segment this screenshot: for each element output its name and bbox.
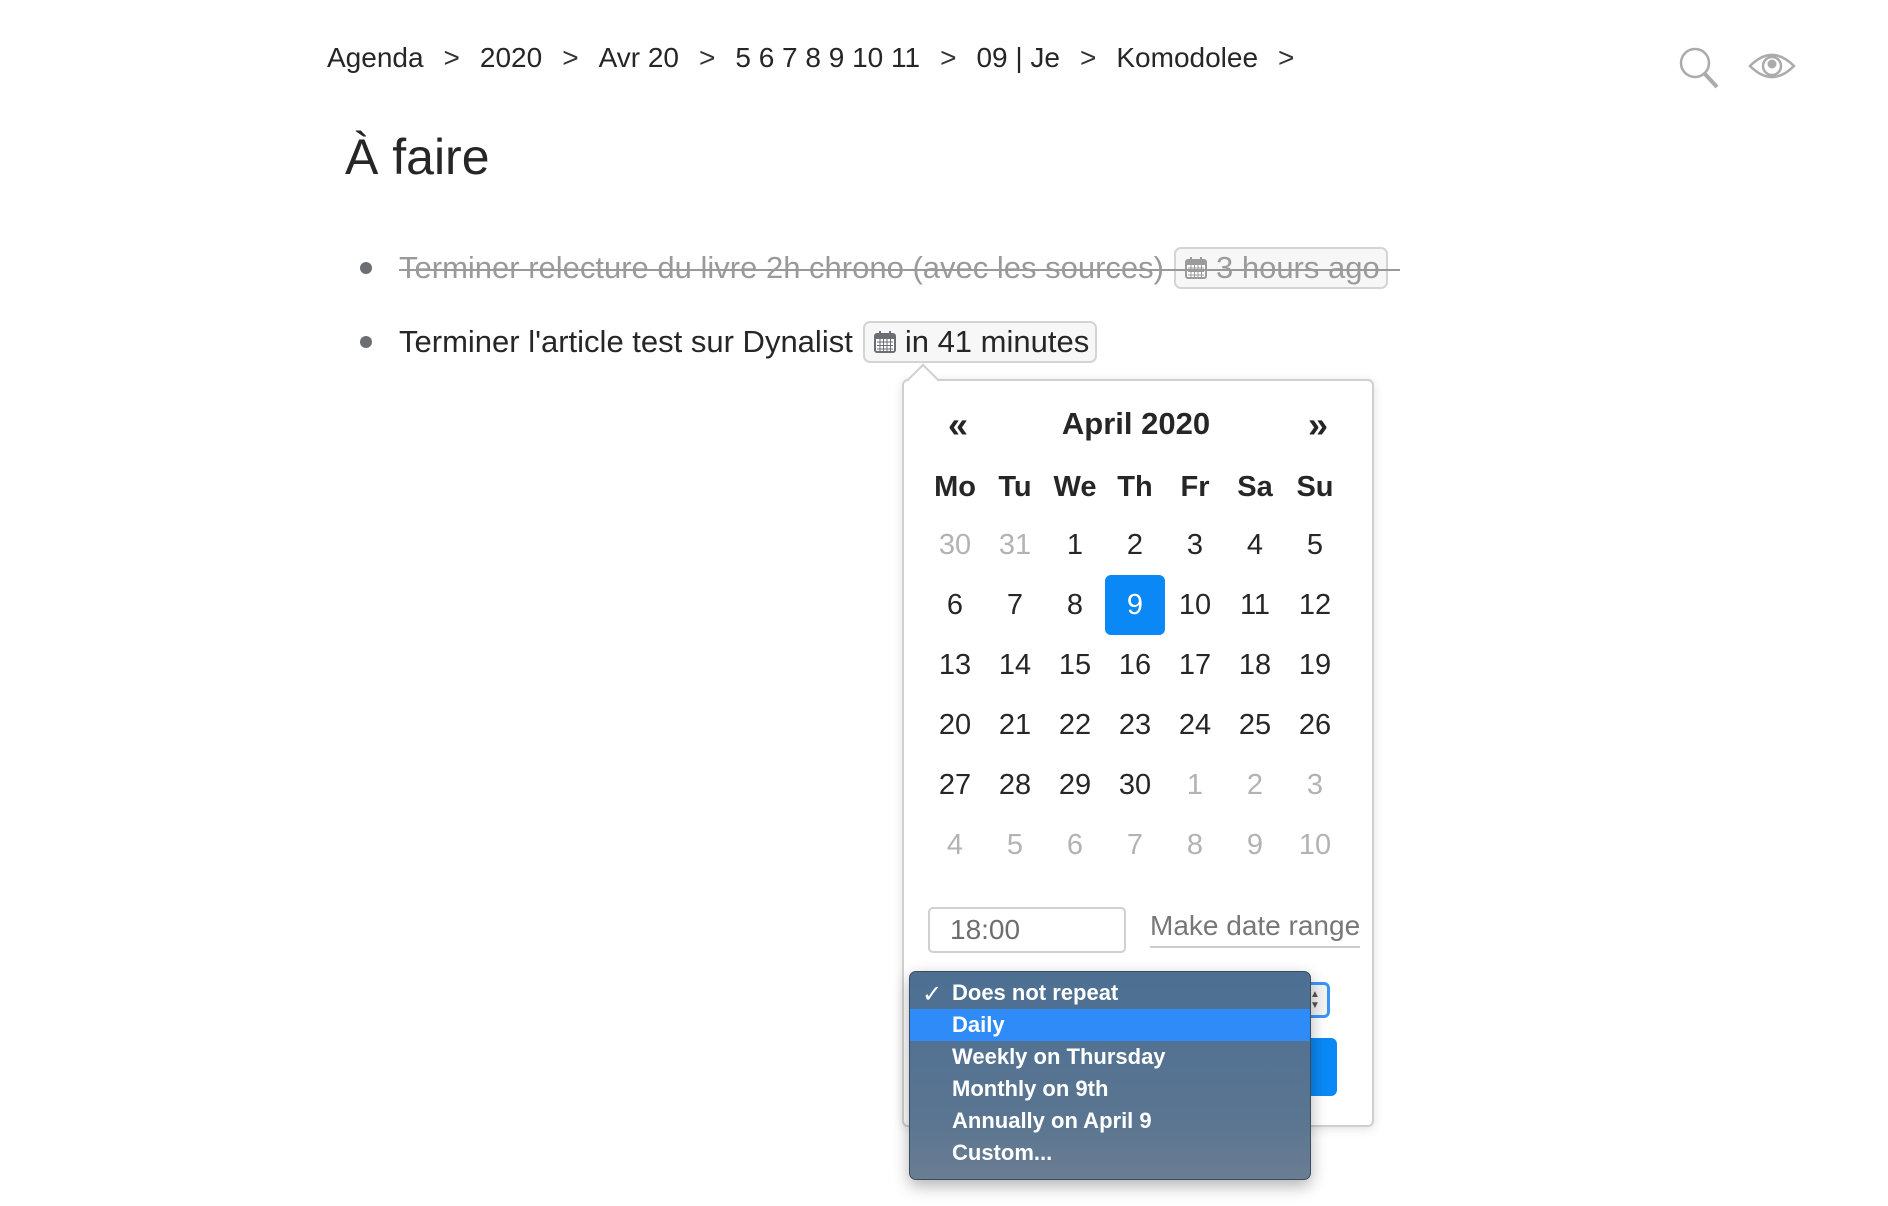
search-icon[interactable] xyxy=(1678,46,1722,90)
calendar-day[interactable]: 14 xyxy=(985,635,1045,695)
repeat-option-label: Daily xyxy=(952,1012,1005,1037)
weekday-header: Sa xyxy=(1237,471,1273,503)
repeat-option[interactable]: Monthly on 9th xyxy=(910,1073,1310,1105)
repeat-option-label: Does not repeat xyxy=(952,980,1119,1005)
breadcrumb-separator: > xyxy=(1080,42,1097,73)
next-month-button[interactable]: » xyxy=(1308,404,1328,446)
calendar-day[interactable]: 19 xyxy=(1285,635,1345,695)
calendar-day[interactable]: 6 xyxy=(925,575,985,635)
calendar-day[interactable]: 31 xyxy=(985,515,1045,575)
calendar-day[interactable]: 8 xyxy=(1045,575,1105,635)
list-item: Terminer l'article test sur Dynalist in … xyxy=(360,320,1098,364)
calendar-day[interactable]: 5 xyxy=(985,815,1045,875)
breadcrumb-item-agenda[interactable]: Agenda xyxy=(327,42,424,74)
weekday-header: Th xyxy=(1117,471,1153,503)
breadcrumb-item-year[interactable]: 2020 xyxy=(480,42,542,74)
calendar-day[interactable]: 2 xyxy=(1225,755,1285,815)
breadcrumb-separator: > xyxy=(562,42,579,73)
breadcrumb-separator: > xyxy=(940,42,957,73)
calendar-day[interactable]: 29 xyxy=(1045,755,1105,815)
calendar-day[interactable]: 2 xyxy=(1105,515,1165,575)
prev-month-button[interactable]: « xyxy=(948,404,968,446)
calendar-day[interactable]: 1 xyxy=(1045,515,1105,575)
calendar-day[interactable]: 12 xyxy=(1285,575,1345,635)
weekday-header: Mo xyxy=(934,471,976,503)
date-badge[interactable]: in 41 minutes xyxy=(862,321,1098,363)
calendar-day[interactable]: 6 xyxy=(1045,815,1105,875)
weekday-header: Fr xyxy=(1180,471,1210,503)
calendar-day[interactable]: 30 xyxy=(1105,755,1165,815)
calendar-day[interactable]: 26 xyxy=(1285,695,1345,755)
weekday-header: We xyxy=(1053,471,1097,503)
bullet[interactable] xyxy=(360,336,372,348)
breadcrumb-item-week[interactable]: 5 6 7 8 9 10 11 xyxy=(735,42,920,74)
calendar-day[interactable]: 27 xyxy=(925,755,985,815)
calendar-day[interactable]: 4 xyxy=(925,815,985,875)
breadcrumb-separator: > xyxy=(698,42,716,73)
calendar-day[interactable]: 10 xyxy=(1165,575,1225,635)
calendar-day[interactable]: 10 xyxy=(1285,815,1345,875)
calendar-day[interactable]: 7 xyxy=(1105,815,1165,875)
repeat-option-label: Custom... xyxy=(952,1140,1053,1165)
list-item: Terminer relecture du livre 2h chrono (a… xyxy=(360,246,1400,290)
calendar-day[interactable]: 20 xyxy=(925,695,985,755)
calendar-day[interactable]: 30 xyxy=(925,515,985,575)
repeat-option[interactable]: Annually on April 9 xyxy=(910,1105,1310,1137)
repeat-option[interactable]: ✓ Does not repeat xyxy=(910,977,1310,1009)
repeat-option[interactable]: Weekly on Thursday xyxy=(910,1041,1310,1073)
calendar-day[interactable]: 11 xyxy=(1225,575,1285,635)
calendar-icon xyxy=(873,331,896,353)
breadcrumb-item-day[interactable]: 09 | Je xyxy=(976,42,1060,74)
calendar-day[interactable]: 18 xyxy=(1225,635,1285,695)
calendar-day[interactable]: 15 xyxy=(1045,635,1105,695)
calendar-day[interactable]: 25 xyxy=(1225,695,1285,755)
calendar-day[interactable]: 22 xyxy=(1045,695,1105,755)
repeat-option-label: Monthly on 9th xyxy=(952,1076,1109,1101)
date-badge-text: 3 hours ago xyxy=(1215,250,1380,285)
calendar-day[interactable]: 13 xyxy=(925,635,985,695)
strikethrough xyxy=(399,269,1400,271)
calendar-day[interactable]: 1 xyxy=(1165,755,1225,815)
date-badge-text: in 41 minutes xyxy=(904,324,1090,359)
calendar-day[interactable]: 9 xyxy=(1225,815,1285,875)
calendar-day-selected[interactable]: 9 xyxy=(1105,575,1165,635)
calendar-day[interactable]: 7 xyxy=(985,575,1045,635)
repeat-option[interactable]: Daily xyxy=(910,1009,1310,1041)
repeat-option-label: Weekly on Thursday xyxy=(952,1044,1166,1069)
weekday-header: Su xyxy=(1296,471,1334,503)
bullet[interactable] xyxy=(360,262,372,274)
breadcrumb-separator: > xyxy=(443,42,460,73)
make-date-range-link[interactable]: Make date range xyxy=(1150,910,1361,948)
breadcrumb: Agenda > 2020 > Avr 20 > 5 6 7 8 9 10 11… xyxy=(327,38,1314,78)
repeat-dropdown-menu: ✓ Does not repeat Daily Weekly on Thursday M… xyxy=(909,971,1311,1180)
item-text[interactable]: Terminer relecture du livre 2h chrono (a… xyxy=(399,250,1164,286)
weekday-header: Tu xyxy=(998,471,1032,503)
calendar-day[interactable]: 3 xyxy=(1165,515,1225,575)
calendar-day[interactable]: 17 xyxy=(1165,635,1225,695)
month-title: April 2020 xyxy=(1061,406,1211,441)
repeat-option-label: Annually on April 9 xyxy=(952,1108,1152,1133)
calendar-day[interactable]: 24 xyxy=(1165,695,1225,755)
date-badge[interactable]: 3 hours ago xyxy=(1173,247,1388,289)
item-text[interactable]: Terminer l'article test sur Dynalist xyxy=(399,324,853,360)
calendar-day[interactable]: 5 xyxy=(1285,515,1345,575)
calendar-day[interactable]: 16 xyxy=(1105,635,1165,695)
calendar-day[interactable]: 28 xyxy=(985,755,1045,815)
page-title: À faire xyxy=(345,129,490,185)
breadcrumb-item-komodolee[interactable]: Komodolee xyxy=(1116,42,1258,74)
calendar-day[interactable]: 8 xyxy=(1165,815,1225,875)
repeat-option[interactable]: Custom... xyxy=(910,1137,1310,1169)
checkmark-icon: ✓ xyxy=(922,981,943,1008)
eye-icon[interactable] xyxy=(1748,50,1796,82)
item-content[interactable]: Terminer relecture du livre 2h chrono (a… xyxy=(399,247,1400,289)
calendar-day[interactable]: 3 xyxy=(1285,755,1345,815)
time-input[interactable] xyxy=(928,907,1126,953)
calendar-grid: Mo Tu We Th Fr Sa Su 30 31 1 2 3 4 5 6 7 8 9 10 11 12 13 14 15 1… xyxy=(925,460,1345,875)
calendar-day[interactable]: 4 xyxy=(1225,515,1285,575)
calendar-day[interactable]: 23 xyxy=(1105,695,1165,755)
calendar-day[interactable]: 21 xyxy=(985,695,1045,755)
breadcrumb-separator: > xyxy=(1278,42,1295,73)
breadcrumb-item-month[interactable]: Avr 20 xyxy=(599,42,679,74)
calendar-icon xyxy=(1184,257,1207,279)
